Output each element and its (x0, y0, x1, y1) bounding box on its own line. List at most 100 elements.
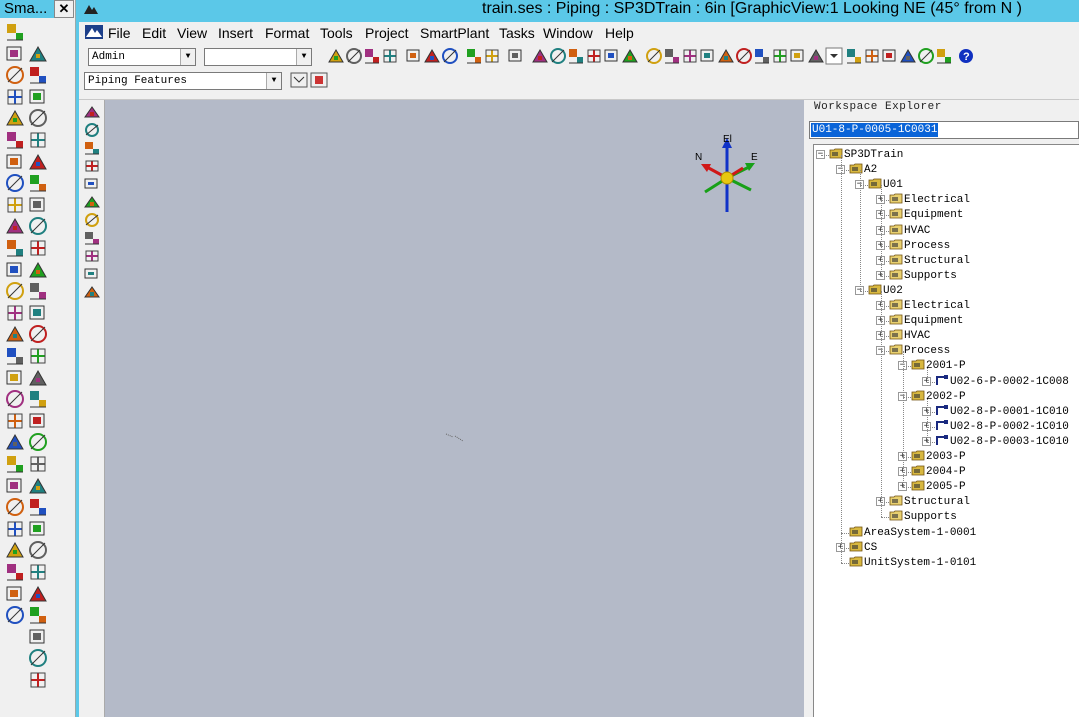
tree-node-equipment[interactable]: Equipment (889, 313, 963, 328)
tree-node-electrical[interactable]: Electrical (889, 192, 970, 207)
palette-hanger-icon-15[interactable] (28, 173, 48, 193)
palette-flange-icon-54[interactable] (5, 605, 25, 625)
palette-test-icon-13[interactable] (28, 152, 48, 172)
palette-insert-component-33[interactable] (28, 368, 48, 388)
tree-node-supports[interactable]: Supports (889, 268, 957, 283)
menu-edit[interactable]: Edit (142, 25, 166, 41)
palette-insert-split-51[interactable] (28, 562, 48, 582)
toolbar-cascade-icon[interactable] (899, 47, 917, 65)
toolbar-zoom-icon[interactable] (603, 47, 621, 65)
palette-place-valve-2[interactable] (5, 44, 25, 64)
palette-flange-icon-6[interactable] (5, 87, 25, 107)
select-tool-icon[interactable] (83, 104, 101, 120)
graphic-view[interactable]: El N E (105, 100, 804, 717)
tree-node-u02-6-p-0002-1c008[interactable]: U02-6-P-0002-1C008 (935, 374, 1069, 389)
route-pipe-icon[interactable] (83, 122, 101, 138)
palette-tee-icon-25[interactable] (28, 281, 48, 301)
toolbar-open-icon[interactable] (345, 47, 363, 65)
palette-tee-icon-9[interactable] (28, 108, 48, 128)
toolbar-new-icon[interactable] (327, 47, 345, 65)
palette-pipe-spec-5[interactable] (28, 65, 48, 85)
tree-node-cs[interactable]: CS (849, 540, 877, 555)
system-menu-icon[interactable] (85, 25, 103, 44)
tree-node-supports[interactable]: Supports (889, 509, 957, 524)
menu-help[interactable]: Help (605, 25, 634, 41)
tree-node-u02-8-p-0002-1c010[interactable]: U02-8-P-0002-1C010 (935, 419, 1069, 434)
toolbar-rotate-icon[interactable] (567, 47, 585, 65)
palette-insert-component-49[interactable] (28, 540, 48, 560)
palette-reducer-icon-39[interactable] (28, 432, 48, 452)
tree-node-u01[interactable]: U01 (868, 177, 903, 192)
insert-tap-icon[interactable] (83, 194, 101, 210)
toolbar-dropdown-icon[interactable] (825, 47, 843, 65)
palette-flange-icon-22[interactable] (5, 260, 25, 280)
palette-reducer-icon-55[interactable] (28, 605, 48, 625)
palette-isometric-icon-46[interactable] (5, 519, 25, 539)
palette-insert-tap-52[interactable] (5, 584, 25, 604)
palette-place-valve-18[interactable] (5, 216, 25, 236)
toolbar-undo-icon[interactable] (465, 47, 483, 65)
chevron-down-icon[interactable]: ▼ (296, 49, 311, 65)
locate-filter-combo[interactable]: Piping Features ▼ (84, 72, 282, 90)
tree-node-hvac[interactable]: HVAC (889, 328, 930, 343)
palette-test-icon-61[interactable] (28, 670, 48, 690)
toolbar-zoom-area-icon[interactable] (585, 47, 603, 65)
toolbar-delete-icon[interactable] (441, 47, 459, 65)
tree-node-process[interactable]: Process (889, 343, 950, 358)
select-filter-icon[interactable] (290, 71, 308, 89)
workspace-tree[interactable]: − SP3DTrain − A2− U01 + Electrical + Equipment + H… (813, 144, 1079, 717)
toolbar-properties-icon[interactable] (771, 47, 789, 65)
inside-fence-icon[interactable] (310, 71, 328, 89)
menu-smartplant[interactable]: SmartPlant (420, 25, 489, 41)
tree-node-u02-8-p-0003-1c010[interactable]: U02-8-P-0003-1C010 (935, 434, 1069, 449)
palette-weld-icon-27[interactable] (28, 303, 48, 323)
toolbar-select-icon[interactable] (531, 47, 549, 65)
toolbar-clip-icon[interactable] (699, 47, 717, 65)
toolbar-grid-icon[interactable] (735, 47, 753, 65)
palette-reducer-icon-23[interactable] (28, 260, 48, 280)
palette-elbow-icon-24[interactable] (5, 281, 25, 301)
palette-spool-icon-44[interactable] (5, 497, 25, 517)
toolbar-view-elev-icon[interactable] (681, 47, 699, 65)
toolbar-pan-icon[interactable] (549, 47, 567, 65)
insert-specialty-icon[interactable] (83, 230, 101, 246)
toolbar-copy-icon[interactable] (405, 47, 423, 65)
toolbar-filter-icon[interactable] (789, 47, 807, 65)
palette-test-icon-45[interactable] (28, 497, 48, 517)
toolbar-redo-icon[interactable] (483, 47, 501, 65)
palette-test-icon-29[interactable] (28, 324, 48, 344)
toolbar-window-icon[interactable] (881, 47, 899, 65)
toolbar-print-icon[interactable] (381, 47, 399, 65)
place-instrument-icon[interactable] (83, 158, 101, 174)
palette-insert-component-17[interactable] (28, 195, 48, 215)
palette-tee-icon-57[interactable] (28, 627, 48, 647)
tree-node-u02[interactable]: U02 (868, 283, 903, 298)
insert-component-icon[interactable] (83, 140, 101, 156)
tree-node-2002-p[interactable]: 2002-P (911, 389, 966, 404)
tree-node-areasystem-1-0001[interactable]: AreaSystem-1-0001 (849, 525, 976, 540)
tree-node-2005-p[interactable]: 2005-P (911, 479, 966, 494)
toolbar-snapshot-icon[interactable] (935, 47, 953, 65)
palette-tee-icon-41[interactable] (28, 454, 48, 474)
permission-group-combo[interactable]: Admin ▼ (88, 48, 196, 66)
menu-insert[interactable]: Insert (218, 25, 253, 41)
palette-weld-icon-11[interactable] (28, 130, 48, 150)
palette-place-valve-50[interactable] (5, 562, 25, 582)
insert-flange-icon[interactable] (83, 212, 101, 228)
palette-flange-icon-38[interactable] (5, 432, 25, 452)
palette-insert-split-3[interactable] (28, 44, 48, 64)
tree-node-2003-p[interactable]: 2003-P (911, 449, 966, 464)
menu-project[interactable]: Project (365, 25, 409, 41)
toolbar-navigate-icon[interactable] (863, 47, 881, 65)
palette-hanger-icon-31[interactable] (28, 346, 48, 366)
palette-insert-tap-36[interactable] (5, 411, 25, 431)
palette-elbow-icon-40[interactable] (5, 454, 25, 474)
palette-support-icon-42[interactable] (5, 476, 25, 496)
insert-branch-icon[interactable] (83, 266, 101, 282)
chevron-down-icon[interactable]: ▼ (180, 49, 195, 65)
toolbar-view-iso-icon[interactable] (645, 47, 663, 65)
palette-elbow-icon-8[interactable] (5, 108, 25, 128)
chevron-down-icon[interactable]: ▼ (266, 73, 281, 89)
edit-segment-icon[interactable] (83, 248, 101, 264)
menu-tasks[interactable]: Tasks (499, 25, 535, 41)
